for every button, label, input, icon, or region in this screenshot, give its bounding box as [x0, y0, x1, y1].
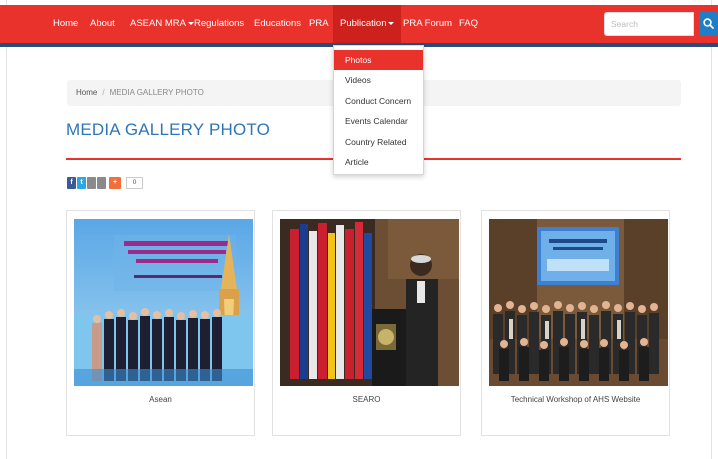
caret-down-icon [388, 21, 395, 25]
nav-educations[interactable]: Educations [254, 5, 301, 43]
dropdown-item-article[interactable]: Article [334, 152, 423, 172]
nav-home[interactable]: Home [53, 5, 78, 43]
search-icon [703, 18, 714, 29]
dropdown-item-events-calendar[interactable]: Events Calendar [334, 111, 423, 131]
gallery-caption-asean: Asean [149, 395, 172, 404]
dropdown-item-videos[interactable]: Videos [334, 70, 423, 90]
nav-pra-forum[interactable]: PRA Forum [403, 5, 452, 43]
print-icon[interactable] [87, 177, 96, 189]
plus-share-icon[interactable]: + [109, 177, 121, 189]
dropdown-item-country-related[interactable]: Country Related [334, 132, 423, 152]
nav-faq[interactable]: FAQ [459, 5, 478, 43]
nav-regulations[interactable]: Regulations [194, 5, 244, 43]
dropdown-item-photos[interactable]: Photos [334, 50, 423, 70]
gallery-card-technical-workshop[interactable]: Technical Workshop of AHS Website [481, 210, 670, 436]
breadcrumb-separator: / [102, 88, 105, 97]
gallery-photo-technical-workshop [489, 219, 668, 386]
nav-publication[interactable]: Publication [333, 5, 402, 43]
twitter-icon[interactable]: t [77, 177, 86, 189]
gallery-photo-searo [280, 219, 459, 386]
gallery-caption-searo: SEARO [352, 395, 381, 404]
gallery-card-searo[interactable]: SEARO [272, 210, 461, 436]
search-input[interactable] [604, 12, 694, 36]
gallery-photo-asean [74, 219, 253, 386]
share-count: 0 [126, 177, 143, 189]
search-button[interactable] [699, 12, 718, 36]
nav-about[interactable]: About [90, 5, 115, 43]
facebook-icon[interactable]: f [67, 177, 76, 189]
nav-publication-label: Publication [340, 18, 387, 29]
email-icon[interactable] [97, 177, 106, 189]
page-title: MEDIA GALLERY PHOTO [66, 120, 271, 139]
nav-asean-mra-label: ASEAN MRA [130, 18, 186, 29]
breadcrumb-home-link[interactable]: Home [76, 88, 97, 97]
gallery-caption-technical-workshop: Technical Workshop of AHS Website [510, 395, 641, 404]
dropdown-item-conduct-concern[interactable]: Conduct Concern [334, 91, 423, 111]
breadcrumb-current: MEDIA GALLERY PHOTO [109, 88, 204, 97]
nav-asean-mra[interactable]: ASEAN MRA [130, 5, 194, 43]
publication-dropdown-menu: Photos Videos Conduct Concern Events Cal… [333, 45, 424, 175]
gallery-card-asean[interactable]: Asean [66, 210, 255, 436]
nav-pra[interactable]: PRA [309, 5, 329, 43]
